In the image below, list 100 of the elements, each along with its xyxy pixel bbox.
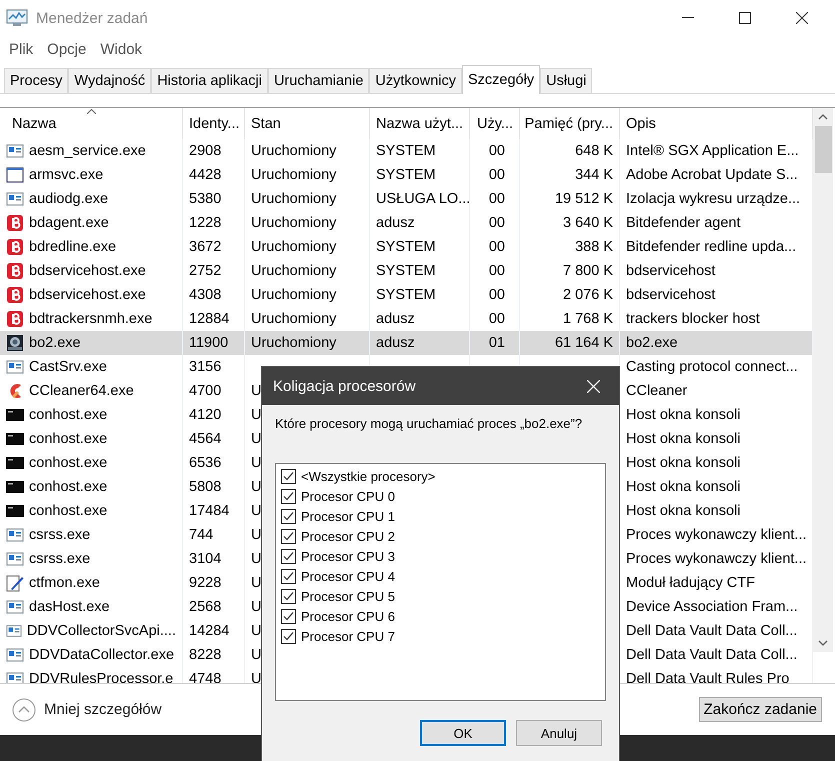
app-icon xyxy=(6,262,24,280)
maximize-icon[interactable] xyxy=(739,12,751,24)
user-name: SYSTEM xyxy=(376,143,436,159)
process-status: U xyxy=(251,671,262,683)
tab[interactable]: Użytkownicy xyxy=(369,68,462,93)
checkbox[interactable] xyxy=(281,588,296,604)
tab[interactable]: Procesy xyxy=(4,68,68,93)
memory-value: 7 800 K xyxy=(563,263,613,279)
user-name: adusz xyxy=(376,335,415,351)
process-id: 3104 xyxy=(189,551,222,567)
process-description: Dell Data Vault Data Coll... xyxy=(626,647,798,663)
window-icon xyxy=(6,526,24,544)
table-row[interactable]: bdservicehost.exe 4308 Uruchomiony SYSTEM 00 2 076 K bdservicehost xyxy=(0,283,813,307)
memory-value: 2 076 K xyxy=(563,287,613,303)
tab[interactable]: Uruchamianie xyxy=(268,68,370,93)
process-id: 4428 xyxy=(189,167,222,183)
process-name: bdservicehost.exe xyxy=(29,287,146,303)
process-name: conhost.exe xyxy=(29,431,108,447)
process-status: Uruchomiony xyxy=(251,167,336,183)
process-description: Izolacja wykresu urządze... xyxy=(626,191,800,207)
process-name: bdtrackersnmh.exe xyxy=(29,311,152,327)
tab[interactable]: Usługi xyxy=(540,68,592,93)
memory-value: 3 640 K xyxy=(563,215,613,231)
process-id: 4120 xyxy=(189,407,222,423)
process-name: conhost.exe xyxy=(29,407,108,423)
window-icon xyxy=(6,190,24,208)
table-row[interactable]: armsvc.exe 4428 Uruchomiony SYSTEM 00 344 K Adobe Acrobat Update S... xyxy=(0,163,813,187)
scroll-down-icon[interactable] xyxy=(818,640,828,646)
column-header[interactable]: Nazwa xyxy=(0,108,183,139)
cpu-value: 01 xyxy=(488,335,505,351)
scroll-up-icon[interactable] xyxy=(818,114,828,120)
process-description: Adobe Acrobat Update S... xyxy=(626,167,798,183)
ok-button[interactable]: OK xyxy=(420,720,506,746)
process-name: conhost.exe xyxy=(29,479,108,495)
column-header[interactable]: Identy... xyxy=(183,108,245,139)
cpu-value: 00 xyxy=(488,239,505,255)
process-name: CCleaner64.exe xyxy=(29,383,134,399)
sort-icon xyxy=(87,109,96,114)
column-header[interactable]: Uży... xyxy=(470,108,520,139)
process-id: 6536 xyxy=(189,455,222,471)
menu-item[interactable]: Plik xyxy=(9,40,34,58)
checkbox[interactable] xyxy=(281,528,296,544)
table-row[interactable]: bdagent.exe 1228 Uruchomiony adusz 00 3 640 K Bitdefender agent xyxy=(0,211,813,235)
menu-item[interactable]: Widok xyxy=(100,40,142,58)
console-icon xyxy=(6,502,24,520)
process-status: U xyxy=(251,407,262,423)
end-task-button[interactable]: Zakończ zadanie xyxy=(698,697,822,722)
process-description: Host okna konsoli xyxy=(626,407,740,423)
scrollbar[interactable] xyxy=(813,108,833,652)
process-id: 3672 xyxy=(189,239,222,255)
process-description: Bitdefender redline upda... xyxy=(626,239,796,255)
cancel-button[interactable]: Anuluj xyxy=(516,720,602,746)
process-id: 17484 xyxy=(189,503,230,519)
process-description: CCleaner xyxy=(626,383,688,399)
process-id: 744 xyxy=(189,527,214,543)
process-id: 5808 xyxy=(189,479,222,495)
column-header[interactable]: Pamięć (pry... xyxy=(520,108,620,139)
minimize-icon[interactable] xyxy=(682,17,694,19)
table-row[interactable]: bdservicehost.exe 2752 Uruchomiony SYSTEM 00 7 800 K bdservicehost xyxy=(0,259,813,283)
user-name: SYSTEM xyxy=(376,167,436,183)
checkbox[interactable] xyxy=(281,628,296,644)
process-name: csrss.exe xyxy=(29,551,90,567)
table-row[interactable]: bo2.exe 11900 Uruchomiony adusz 01 61 164 K bo2.exe xyxy=(0,331,813,355)
tab[interactable]: Wydajność xyxy=(68,68,152,93)
app-icon xyxy=(6,310,24,328)
checkbox[interactable] xyxy=(281,568,296,584)
process-status: Uruchomiony xyxy=(251,311,336,327)
checkbox[interactable] xyxy=(281,488,296,504)
menu-item[interactable]: Opcje xyxy=(47,40,86,58)
cpu-value: 00 xyxy=(488,143,505,159)
less-details-button[interactable]: Mniej szczegółów xyxy=(12,698,162,722)
app-icon xyxy=(6,286,24,304)
checkbox[interactable] xyxy=(281,468,296,484)
process-description: trackers blocker host xyxy=(626,311,760,327)
process-id: 4308 xyxy=(189,287,222,303)
close-icon[interactable] xyxy=(796,12,808,24)
process-description: Dell Data Vault Data Coll... xyxy=(626,623,798,639)
processor-label: Procesor CPU 2 xyxy=(301,528,395,544)
game-icon xyxy=(6,334,24,352)
process-id: 14284 xyxy=(189,623,230,639)
process-name: DDVCollectorSvcApi.... xyxy=(26,623,176,639)
checkbox[interactable] xyxy=(281,608,296,624)
process-name: conhost.exe xyxy=(29,455,108,471)
console-icon xyxy=(6,454,24,472)
processor-label: Procesor CPU 5 xyxy=(301,588,395,604)
table-row[interactable]: audiodg.exe 5380 Uruchomiony USŁUGA LO... 00 19 512 K Izolacja wykresu urządze... xyxy=(0,187,813,211)
table-row[interactable]: aesm_service.exe 2908 Uruchomiony SYSTEM 00 648 K Intel® SGX Application E... xyxy=(0,139,813,163)
checkbox[interactable] xyxy=(281,508,296,524)
column-header[interactable]: Stan xyxy=(245,108,370,139)
tab[interactable]: Historia aplikacji xyxy=(151,68,268,93)
app-icon xyxy=(6,214,24,232)
memory-value: 648 K xyxy=(575,143,613,159)
tab[interactable]: Szczegóły xyxy=(462,65,540,94)
process-status: Uruchomiony xyxy=(251,263,336,279)
scroll-thumb[interactable] xyxy=(814,126,832,173)
window-icon xyxy=(6,142,24,160)
column-header[interactable]: Nazwa użyt... xyxy=(370,108,470,139)
console-icon xyxy=(6,478,24,496)
checkbox[interactable] xyxy=(281,548,296,564)
table-row[interactable]: bdredline.exe 3672 Uruchomiony SYSTEM 00 388 K Bitdefender redline upda... xyxy=(0,235,813,259)
